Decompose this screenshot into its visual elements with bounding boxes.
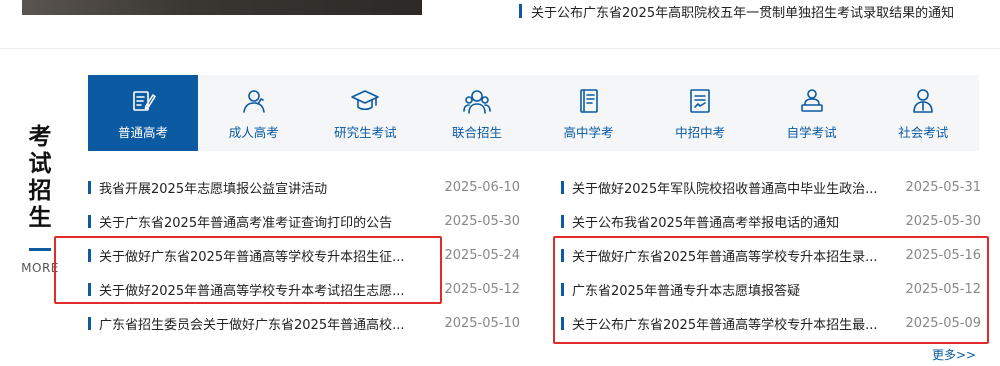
list-item[interactable]: 关于广东省2025年普通高考准考证查询打印的公告 2025-05-30 xyxy=(88,204,520,238)
list-bullet xyxy=(561,180,564,194)
group-icon xyxy=(463,89,491,114)
section-title-char: 招 xyxy=(28,178,52,204)
top-news-photo[interactable] xyxy=(22,0,422,15)
news-title[interactable]: 关于做好广东省2025年普通高等学校专升本招生录... xyxy=(572,246,887,265)
tab-label: 中招中考 xyxy=(675,124,726,140)
tab-label: 自学考试 xyxy=(786,124,837,140)
graduation-cap-icon xyxy=(351,89,380,110)
news-date: 2025-06-10 xyxy=(444,179,520,195)
news-title[interactable]: 我省开展2025年志愿填报公益宣讲活动 xyxy=(99,178,426,197)
list-bullet xyxy=(561,316,564,330)
news-title[interactable]: 关于做好2025年普通高等学校专升本考试招生志愿... xyxy=(99,280,426,299)
list-item[interactable]: 我省开展2025年志愿填报公益宣讲活动 2025-06-10 xyxy=(88,170,520,204)
tab-label: 成人高考 xyxy=(228,124,279,140)
news-title[interactable]: 关于做好2025年军队院校招收普通高中毕业生政治... xyxy=(572,178,887,197)
category-tabs: 普通高考 成人高考 研究生考试 联合招生 高中学考 中招中考 自学考试 社会考试 xyxy=(88,75,979,151)
tab-zhongkao[interactable]: 中招中考 xyxy=(644,75,756,151)
news-date: 2025-05-31 xyxy=(905,179,981,195)
news-date: 2025-05-16 xyxy=(905,247,981,263)
list-item[interactable]: 关于公布广东省2025年普通高等学校专升本招生最... 2025-05-09 xyxy=(561,306,981,340)
section-title-underline xyxy=(29,248,51,251)
section-more-link[interactable]: MORE xyxy=(21,261,59,275)
top-news-title[interactable]: 关于公布广东省2025年高职院校五年一贯制单独招生考试录取结果的通知 xyxy=(531,2,954,21)
section-title-char: 考 xyxy=(28,124,52,150)
top-news-item[interactable]: 关于公布广东省2025年高职院校五年一贯制单独招生考试录取结果的通知 xyxy=(519,0,954,22)
list-bullet xyxy=(88,316,91,330)
news-list-left: 我省开展2025年志愿填报公益宣讲活动 2025-06-10 关于广东省2025… xyxy=(88,170,520,340)
news-date: 2025-05-12 xyxy=(444,281,520,297)
tab-label: 普通高考 xyxy=(117,124,168,140)
news-date: 2025-05-30 xyxy=(905,213,981,229)
tab-self-study-exam[interactable]: 自学考试 xyxy=(756,75,868,151)
news-list-right: 关于做好2025年军队院校招收普通高中毕业生政治... 2025-05-31 关… xyxy=(561,170,981,340)
more-link[interactable]: 更多>> xyxy=(932,346,976,363)
tab-label: 社会考试 xyxy=(898,124,949,140)
news-date: 2025-05-12 xyxy=(905,281,981,297)
section-heading: 考 试 招 生 MORE xyxy=(21,124,59,275)
list-bullet xyxy=(519,4,522,18)
news-date: 2025-05-24 xyxy=(444,247,520,263)
tab-joint-enrollment[interactable]: 联合招生 xyxy=(421,75,533,151)
list-bullet xyxy=(88,248,91,262)
news-date: 2025-05-30 xyxy=(444,213,520,229)
tab-graduate-exam[interactable]: 研究生考试 xyxy=(310,75,422,151)
list-bullet xyxy=(88,282,91,296)
list-item[interactable]: 广东省2025年普通专升本志愿填报答疑 2025-05-12 xyxy=(561,272,981,306)
tab-adult-gaokao[interactable]: 成人高考 xyxy=(198,75,310,151)
list-item[interactable]: 关于做好2025年普通高等学校专升本考试招生志愿... 2025-05-12 xyxy=(88,272,520,306)
news-title[interactable]: 广东省2025年普通专升本志愿填报答疑 xyxy=(572,280,887,299)
exam-paper-icon xyxy=(690,88,710,113)
self-study-icon xyxy=(800,88,823,112)
tab-label: 高中学考 xyxy=(563,124,614,140)
news-title[interactable]: 广东省招生委员会关于做好广东省2025年普通高校... xyxy=(99,314,426,333)
list-item[interactable]: 关于做好2025年军队院校招收普通高中毕业生政治... 2025-05-31 xyxy=(561,170,981,204)
news-title[interactable]: 关于公布广东省2025年普通高等学校专升本招生最... xyxy=(572,314,887,333)
person-badge-icon xyxy=(913,88,934,113)
list-bullet xyxy=(561,214,564,228)
news-title[interactable]: 关于广东省2025年普通高考准考证查询打印的公告 xyxy=(99,212,426,231)
list-item[interactable]: 广东省招生委员会关于做好广东省2025年普通高校... 2025-05-10 xyxy=(88,306,520,340)
adult-learner-icon xyxy=(242,89,265,113)
section-title-char: 试 xyxy=(28,151,52,177)
section-divider xyxy=(0,48,1000,49)
list-bullet xyxy=(561,282,564,296)
edit-document-icon xyxy=(133,90,156,111)
news-date: 2025-05-09 xyxy=(905,315,981,331)
list-bullet xyxy=(88,214,91,228)
news-title[interactable]: 关于做好广东省2025年普通高等学校专升本招生征... xyxy=(99,246,426,265)
tab-label: 研究生考试 xyxy=(334,124,397,140)
list-item[interactable]: 关于公布我省2025年普通高考举报电话的通知 2025-05-30 xyxy=(561,204,981,238)
tab-general-gaokao[interactable]: 普通高考 xyxy=(88,75,198,151)
tab-social-exam[interactable]: 社会考试 xyxy=(867,75,979,151)
tab-high-school-test[interactable]: 高中学考 xyxy=(533,75,645,151)
list-item[interactable]: 关于做好广东省2025年普通高等学校专升本招生录... 2025-05-16 xyxy=(561,238,981,272)
list-item[interactable]: 关于做好广东省2025年普通高等学校专升本招生征... 2025-05-24 xyxy=(88,238,520,272)
list-bullet xyxy=(561,248,564,262)
news-title[interactable]: 关于公布我省2025年普通高考举报电话的通知 xyxy=(572,212,887,231)
textbook-icon xyxy=(579,88,598,113)
news-date: 2025-05-10 xyxy=(444,315,520,331)
section-title-char: 生 xyxy=(28,205,52,231)
list-bullet xyxy=(88,180,91,194)
tab-label: 联合招生 xyxy=(451,124,502,140)
